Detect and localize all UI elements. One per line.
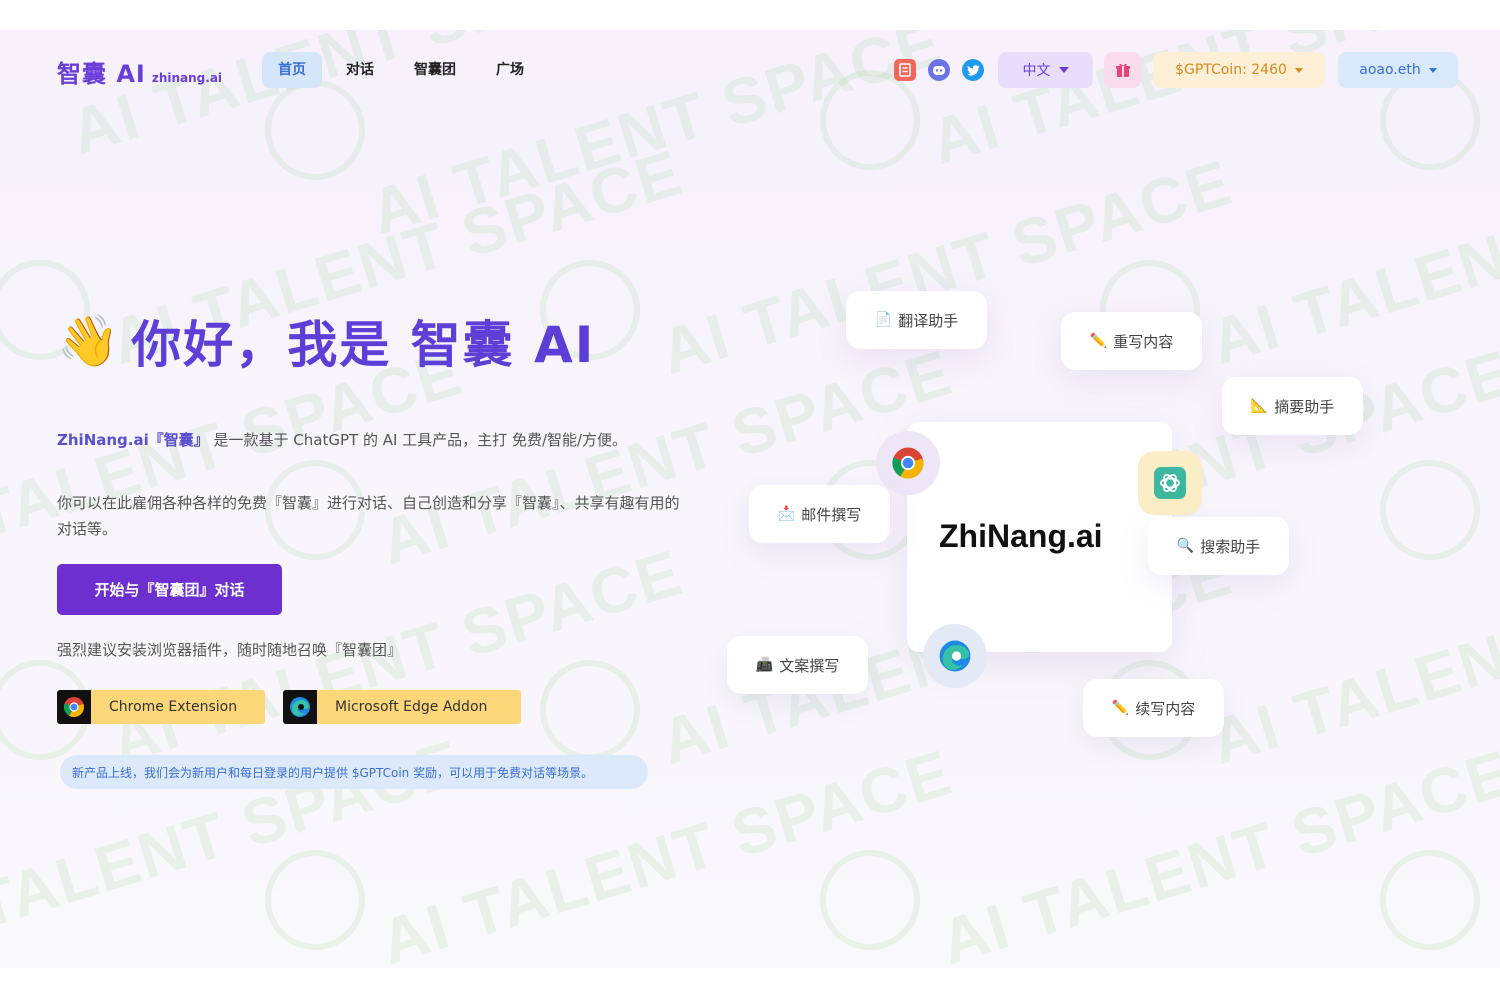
discord-icon[interactable] [928, 59, 950, 81]
edge-addon-label: Microsoft Edge Addon [335, 699, 488, 715]
chatgpt-icon [1138, 451, 1202, 515]
document-icon: 📄 [874, 312, 893, 328]
watermark-logo-icon [527, 647, 653, 773]
feature-card-continue[interactable]: ✏️ 续写内容 [1083, 679, 1224, 737]
search-icon: 🔍 [1176, 538, 1195, 554]
brand-card: ZhiNang.ai [907, 422, 1172, 652]
edge-icon [923, 624, 987, 688]
feature-card-email[interactable]: 📩 邮件撰写 [749, 485, 890, 543]
feature-card-copywriting[interactable]: 📠 文案撰写 [727, 636, 868, 694]
chevron-down-icon [1058, 67, 1069, 73]
feature-label: 翻译助手 [898, 311, 959, 330]
page-background: AI TALENT SPACE AI TALENT SPACE AI TALEN… [0, 30, 1500, 968]
gift-button[interactable] [1104, 52, 1141, 88]
feature-label: 摘要助手 [1274, 397, 1335, 416]
top-navbar: 智囊 AI zhinang.ai 首页 对话 智囊团 广场 中文 $GPTCoi… [0, 52, 1500, 88]
gptcoin-label: $GPTCoin: 2460 [1175, 62, 1287, 78]
fax-icon: 📠 [755, 657, 774, 673]
watermark-logo-icon [1367, 447, 1493, 573]
chrome-extension-label: Chrome Extension [109, 699, 238, 715]
language-label: 中文 [1022, 63, 1051, 79]
pencil-icon: ✏️ [1089, 333, 1108, 349]
feature-label: 搜索助手 [1200, 537, 1261, 556]
notion-doc-icon[interactable] [894, 59, 916, 81]
twitter-icon[interactable] [962, 59, 984, 81]
mail-icon: 📩 [777, 506, 796, 522]
hero-description-1: ZhiNang.ai『智囊』 是一款基于 ChatGPT 的 AI 工具产品，主… [57, 427, 687, 453]
ruler-icon: 📐 [1250, 398, 1269, 414]
watermark-logo-icon [252, 837, 378, 963]
feature-card-search[interactable]: 🔍 搜索助手 [1148, 517, 1289, 575]
chrome-icon [876, 431, 940, 495]
plugin-tip: 强烈建议安装浏览器插件，随时随地召唤『智囊团』 [57, 641, 403, 659]
promo-notice: 新产品上线，我们会为新用户和每日登录的用户提供 $GPTCoin 奖励，可以用于… [60, 755, 648, 789]
feature-label: 文案撰写 [779, 656, 840, 675]
feature-card-translate[interactable]: 📄 翻译助手 [846, 291, 987, 349]
gptcoin-balance[interactable]: $GPTCoin: 2460 [1153, 52, 1325, 88]
feature-label: 邮件撰写 [801, 505, 862, 524]
brand-name: ZhiNang.ai『智囊』 [57, 431, 209, 449]
gift-icon [1115, 63, 1130, 77]
hero-description-2: 你可以在此雇佣各种各样的免费『智囊』进行对话、自己创造和分享『智囊』、共享有趣有… [57, 494, 680, 538]
chrome-extension-button[interactable]: Chrome Extension [57, 690, 265, 724]
brand-card-title: ZhiNang.ai [939, 518, 1103, 554]
watermark-logo-icon [807, 837, 933, 963]
language-select[interactable]: 中文 [998, 52, 1093, 88]
description-text: 是一款基于 ChatGPT 的 AI 工具产品，主打 免费/智能/方便。 [208, 431, 628, 449]
chevron-down-icon [1428, 67, 1437, 73]
watermark-logo-icon [1367, 837, 1493, 963]
feature-card-rewrite[interactable]: ✏️ 重写内容 [1061, 312, 1202, 370]
hero-title: 你好，我是 智囊 AI [131, 316, 596, 374]
watermark-text: AI TALENT SPACE [1202, 136, 1500, 379]
account-menu[interactable]: aoao.eth [1338, 52, 1458, 88]
edge-addon-button[interactable]: Microsoft Edge Addon [283, 690, 521, 724]
feature-label: 续写内容 [1135, 699, 1196, 718]
watermark-text: AI TALENT SPACE [932, 735, 1500, 968]
account-label: aoao.eth [1359, 62, 1421, 78]
start-chat-button[interactable]: 开始与『智囊团』对话 [57, 564, 282, 615]
feature-card-summary[interactable]: 📐 摘要助手 [1222, 377, 1363, 435]
feature-label: 重写内容 [1113, 332, 1174, 351]
chevron-down-icon [1294, 67, 1303, 73]
watermark-text: AI TALENT SPACE [62, 30, 651, 169]
pencil-icon: ✏️ [1111, 700, 1130, 716]
edge-icon [283, 690, 317, 724]
waving-hand-icon: 👋 [57, 311, 120, 370]
hero-heading: 👋 你好，我是 智囊 AI [57, 305, 595, 377]
header-actions: 中文 $GPTCoin: 2460 aoao.eth [0, 52, 1500, 88]
chrome-icon [57, 690, 91, 724]
